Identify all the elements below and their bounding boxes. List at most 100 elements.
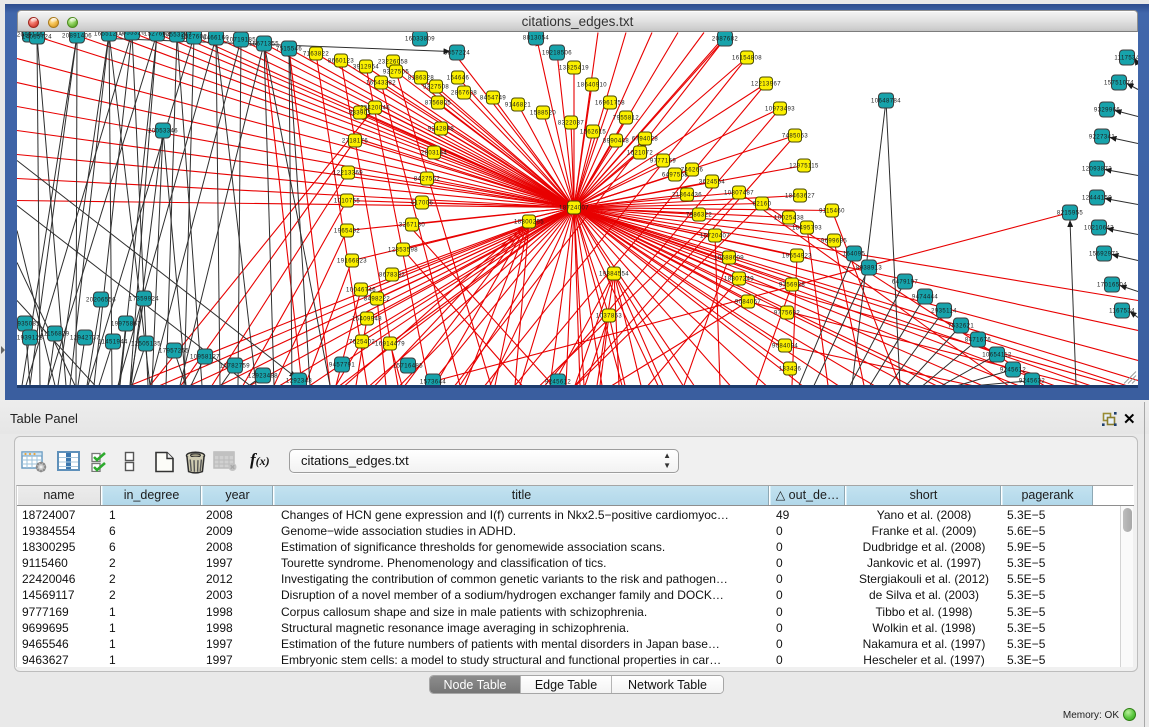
svg-text:154646: 154646 (447, 75, 470, 81)
svg-text:8186328: 8186328 (408, 75, 434, 81)
svg-text:3267130: 3267130 (399, 222, 425, 228)
svg-text:9775692: 9775692 (774, 310, 800, 316)
svg-text:16154808: 16154808 (732, 55, 762, 61)
svg-text:8322037: 8322037 (558, 120, 584, 126)
svg-text:10688609: 10688609 (714, 255, 744, 261)
svg-text:12975115: 12975115 (789, 163, 819, 169)
svg-text:9329966: 9329966 (1094, 107, 1120, 113)
svg-text:16543382: 16543382 (366, 80, 396, 86)
svg-text:19166823: 19166823 (337, 258, 367, 264)
svg-text:933901: 933901 (349, 110, 372, 116)
svg-text:8427552: 8427552 (414, 176, 440, 182)
svg-text:18463627: 18463627 (785, 193, 815, 199)
svg-text:18724007: 18724007 (559, 205, 589, 211)
svg-text:1939123: 1939123 (17, 335, 43, 341)
svg-text:8938913: 8938913 (856, 265, 882, 271)
svg-text:10973493: 10973493 (765, 106, 795, 112)
svg-text:18640910: 18640910 (577, 82, 607, 88)
svg-text:10648784: 10648784 (871, 98, 901, 104)
svg-text:20053346: 20053346 (148, 128, 178, 134)
svg-text:12923488: 12923488 (248, 373, 278, 379)
svg-text:746266: 746266 (681, 167, 704, 173)
svg-text:17016504: 17016504 (1097, 282, 1127, 288)
svg-text:20206556: 20206556 (86, 297, 116, 303)
svg-text:12093872: 12093872 (1082, 166, 1112, 172)
svg-text:11451944: 11451944 (98, 339, 128, 345)
svg-text:10025438: 10025438 (774, 215, 804, 221)
svg-text:8471676: 8471676 (965, 337, 991, 343)
svg-text:1055326: 1055326 (119, 32, 145, 37)
svg-text:17359924: 17359924 (129, 296, 159, 302)
svg-text:16671355: 16671355 (249, 41, 279, 47)
svg-text:8990448: 8990448 (603, 138, 629, 144)
svg-text:18300295: 18300295 (514, 219, 544, 225)
svg-text:8813054: 8813054 (523, 35, 549, 41)
svg-text:19384554: 19384554 (599, 271, 629, 277)
svg-text:16961758: 16961758 (595, 100, 625, 106)
svg-text:9084094: 9084094 (772, 343, 798, 349)
svg-text:7163822: 7163822 (303, 51, 329, 57)
svg-text:2935114: 2935114 (931, 308, 957, 314)
svg-text:3624554: 3624554 (699, 179, 725, 185)
svg-text:1292348: 1292348 (286, 378, 312, 384)
svg-text:3912954: 3912954 (353, 64, 379, 70)
svg-text:2867608: 2867608 (451, 90, 477, 96)
svg-text:9474444: 9474444 (912, 294, 938, 300)
svg-text:14055724: 14055724 (22, 34, 52, 40)
svg-text:9146821: 9146821 (505, 102, 531, 108)
svg-text:12505135: 12505135 (131, 341, 161, 347)
svg-text:10654112: 10654112 (982, 352, 1012, 358)
svg-text:1167534: 1167534 (1109, 308, 1135, 314)
svg-text:10807487: 10807487 (724, 190, 754, 196)
svg-text:2087682: 2087682 (712, 36, 738, 42)
svg-text:1621072: 1621072 (627, 150, 653, 156)
svg-text:13325419: 13325419 (559, 65, 589, 71)
svg-text:15720407: 15720407 (700, 233, 730, 239)
svg-text:9327508: 9327508 (423, 84, 449, 90)
svg-text:21364436: 21364436 (672, 192, 702, 198)
svg-text:9327505: 9327505 (383, 69, 409, 75)
svg-text:18495793: 18495793 (792, 225, 822, 231)
svg-text:19218506: 19218506 (542, 50, 572, 56)
svg-text:133426: 133426 (779, 366, 802, 372)
svg-text:18807249: 18807249 (724, 276, 754, 282)
svg-text:8498222: 8498222 (364, 296, 390, 302)
svg-text:15716485: 15716485 (393, 363, 423, 369)
svg-text:7955812: 7955812 (613, 115, 639, 121)
svg-text:23226058: 23226058 (378, 59, 408, 65)
svg-text:3857224: 3857224 (444, 50, 470, 56)
svg-text:12942737: 12942737 (70, 335, 100, 341)
svg-text:7986322: 7986322 (686, 212, 712, 218)
svg-text:9227341: 9227341 (1089, 134, 1115, 140)
svg-text:19975867: 19975867 (111, 321, 141, 327)
svg-text:10958127: 10958127 (190, 354, 220, 360)
svg-text:12213967: 12213967 (751, 81, 781, 87)
svg-text:8215955: 8215955 (1057, 210, 1083, 216)
svg-text:9457791: 9457791 (329, 362, 355, 368)
svg-text:9245612: 9245612 (1000, 367, 1026, 373)
svg-text:7632621: 7632621 (948, 323, 974, 329)
svg-text:16914479: 16914479 (375, 341, 405, 347)
svg-text:10210643: 10210643 (1084, 225, 1114, 231)
svg-text:7625402: 7625402 (349, 339, 375, 345)
svg-text:9242848: 9242848 (428, 126, 454, 132)
svg-text:12353598: 12353598 (388, 247, 418, 253)
svg-text:9777169: 9777169 (650, 158, 676, 164)
svg-text:1010755: 1010755 (334, 198, 360, 204)
svg-text:12444159: 12444159 (1082, 195, 1112, 201)
svg-text:15751074: 15751074 (1104, 80, 1134, 86)
svg-text:8660123: 8660123 (328, 58, 354, 64)
svg-text:8454749: 8454749 (480, 95, 506, 101)
svg-text:62160: 62160 (753, 201, 772, 207)
svg-text:1117534: 1117534 (1114, 55, 1138, 61)
svg-text:7485063: 7485063 (782, 133, 808, 139)
svg-text:10046746: 10046746 (346, 287, 376, 293)
svg-text:2803144: 2803144 (421, 150, 447, 156)
svg-text:417006: 417006 (411, 200, 434, 206)
svg-text:11156829: 11156829 (40, 331, 69, 337)
svg-text:164095: 164095 (843, 251, 866, 257)
svg-text:8756805: 8756805 (425, 100, 451, 106)
svg-text:10782759: 10782759 (220, 363, 250, 369)
svg-text:9756928: 9756928 (779, 282, 805, 288)
svg-text:18935081: 18935081 (17, 321, 40, 327)
